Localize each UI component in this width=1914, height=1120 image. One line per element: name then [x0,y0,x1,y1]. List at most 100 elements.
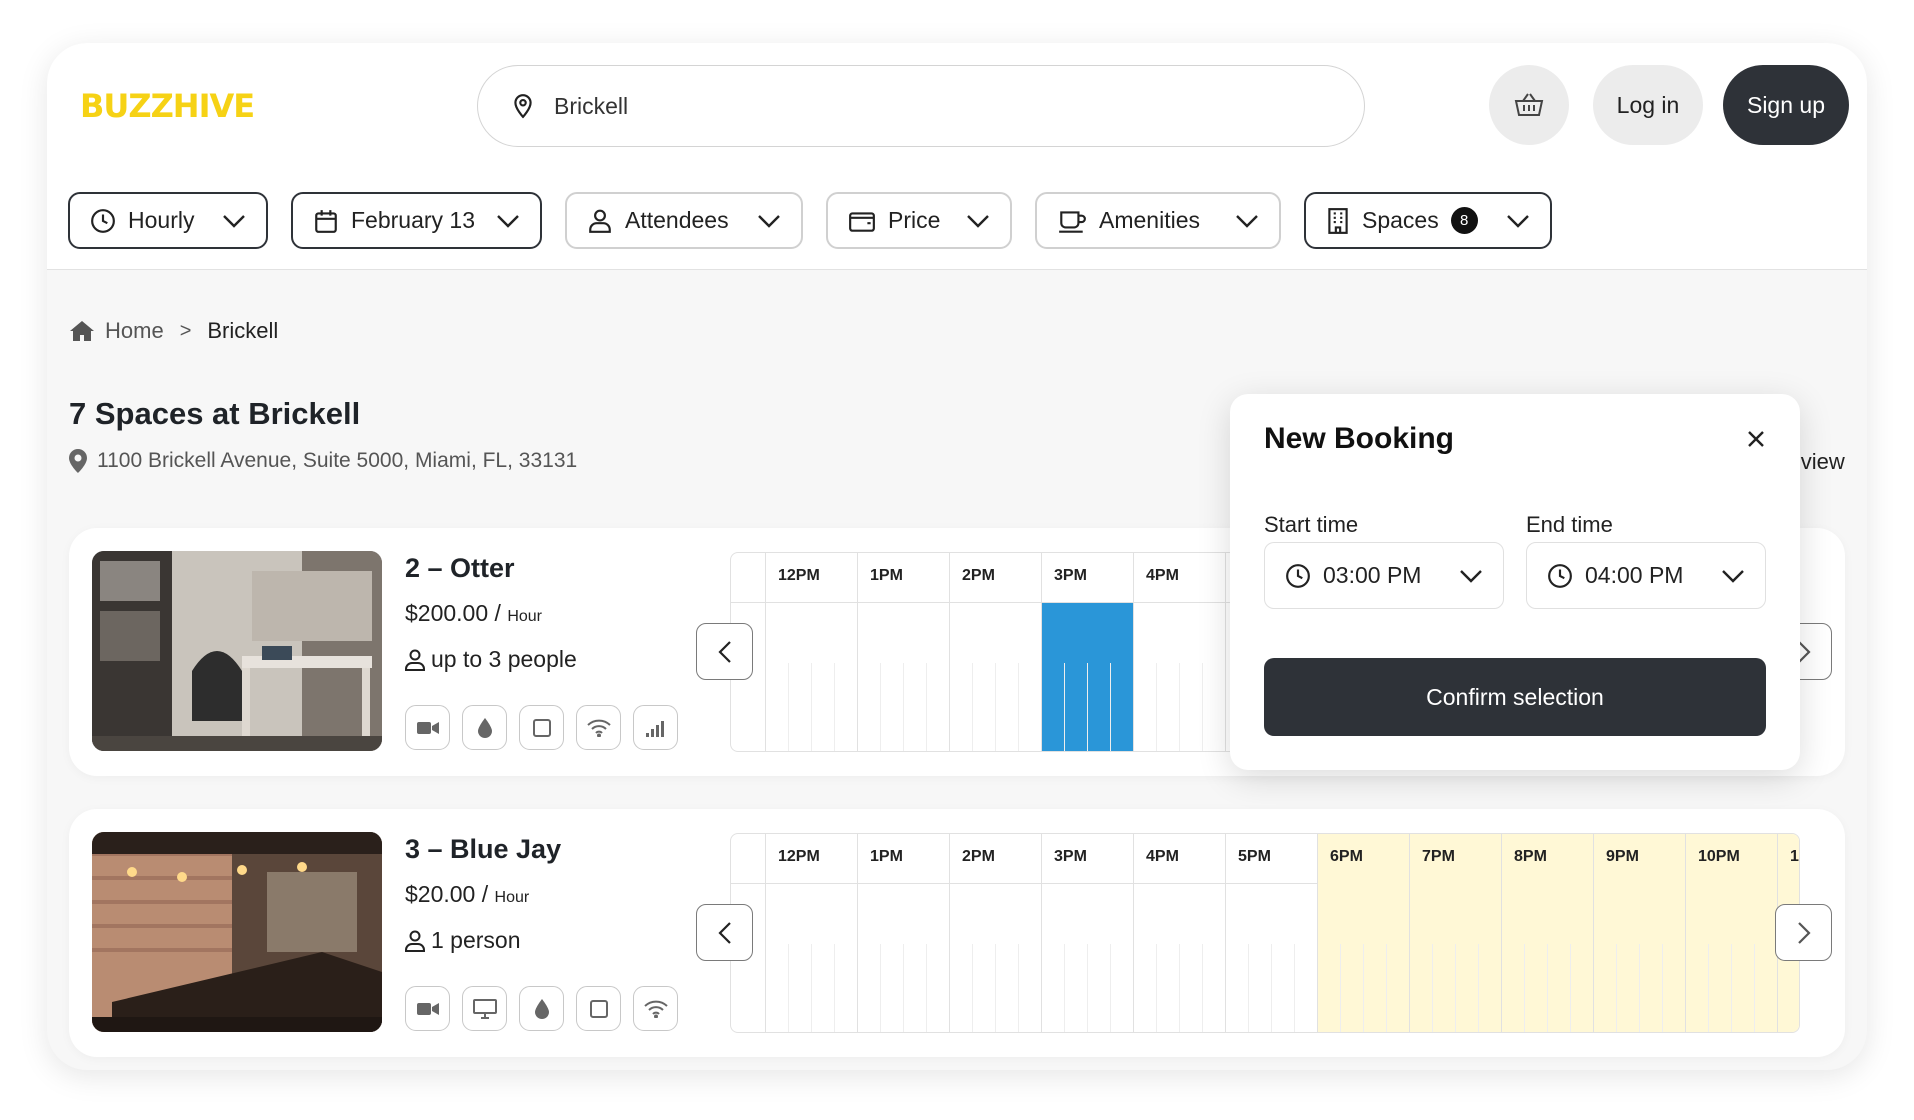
clock-icon [1548,563,1572,588]
timeline-tick [1248,944,1249,1032]
amenity-wifi[interactable] [576,705,621,750]
square-icon [532,718,551,737]
amenity-water[interactable] [519,986,564,1031]
timeline-tick [903,944,904,1032]
hour-label: 10PM [1698,848,1740,865]
timeline-next-button[interactable] [1775,904,1832,961]
end-time-select[interactable]: 04:00 PM [1526,542,1766,609]
amenity-wifi[interactable] [633,986,678,1031]
address-text: 1100 Brickell Avenue, Suite 5000, Miami,… [97,449,578,472]
amenity-list [405,986,678,1031]
spaces-count-badge: 8 [1450,207,1478,234]
amenity-whiteboard[interactable] [519,705,564,750]
space-capacity: up to 3 people [405,646,577,673]
filter-spaces[interactable]: Spaces 8 [1304,192,1552,249]
space-price-unit: Hour [494,889,530,906]
chevron-down-icon [1460,569,1482,583]
space-card[interactable]: 3 – Blue Jay $20.00 / Hour 1 person 12PM… [69,809,1845,1057]
space-photo[interactable] [92,832,382,1032]
timeline-tick [1087,663,1088,751]
filter-bar: Hourly February 13 Attendees Price Ameni… [47,168,1867,270]
timeline-tick [1179,663,1180,751]
start-time-value: 03:00 PM [1323,562,1422,588]
close-button[interactable] [1747,430,1765,453]
timeline-tick [1386,944,1387,1032]
timeline-prev-button[interactable] [696,623,753,680]
space-price: $20.00 / Hour [405,881,529,908]
monitor-icon [472,998,497,1019]
logo[interactable]: BUZZHIVE [80,87,255,125]
timeline-prev-button[interactable] [696,904,753,961]
filter-price[interactable]: Price [826,192,1012,249]
amenity-video[interactable] [405,705,450,750]
location-pin-icon [514,94,532,119]
breadcrumb-home[interactable]: Home [105,318,164,344]
amenity-monitor[interactable] [462,986,507,1031]
timeline-tick [1363,944,1364,1032]
availability-timeline[interactable]: 12PM 1PM 2PM 3PM 4PM 5PM 6PM 7PM 8PM 9PM… [730,833,1800,1033]
filter-amenities[interactable]: Amenities [1035,192,1281,249]
timeline-tick [1064,663,1065,751]
amenity-signal[interactable] [633,705,678,750]
login-button[interactable]: Log in [1593,65,1703,145]
end-time-label: End time [1526,512,1613,537]
breadcrumb: Home > Brickell [69,318,278,344]
filter-hourly[interactable]: Hourly [68,192,268,249]
chevron-down-icon [223,214,245,228]
timeline-tick [1294,944,1295,1032]
timeline-tick [972,663,973,751]
conference-room-photo-image [92,832,382,1032]
chevron-down-icon [1236,214,1258,228]
timeline-tick [1432,944,1433,1032]
amenity-video[interactable] [405,986,450,1031]
space-name[interactable]: 2 – Otter [405,553,515,584]
basket-button[interactable] [1489,65,1569,145]
timeline-tick [903,663,904,751]
filter-attendees[interactable]: Attendees [565,192,803,249]
space-photo[interactable] [92,551,382,751]
wallet-icon [849,211,875,232]
timeline-tick [1662,944,1663,1032]
timeline-tick [1708,944,1709,1032]
start-time-select[interactable]: 03:00 PM [1264,542,1504,609]
timeline-tick [1616,944,1617,1032]
timeline-tick [926,944,927,1032]
timeline-tick [1754,944,1755,1032]
space-name[interactable]: 3 – Blue Jay [405,834,561,865]
chevron-down-icon [1507,214,1529,228]
wifi-icon [586,719,611,737]
timeline-tick [788,663,789,751]
space-price-unit: Hour [507,608,542,625]
location-search[interactable]: Brickell [477,65,1365,147]
hour-label: 4PM [1146,848,1179,865]
confirm-selection-button[interactable]: Confirm selection [1264,658,1766,736]
signup-button[interactable]: Sign up [1723,65,1849,145]
timeline-tick [880,944,881,1032]
filter-attendees-label: Attendees [625,207,729,233]
person-icon [405,649,425,671]
hour-label: 3PM [1054,848,1087,865]
timeline-tick [834,663,835,751]
person-icon [405,930,425,952]
signal-icon [645,720,664,737]
timeline-tick [1202,944,1203,1032]
search-value: Brickell [554,92,629,119]
filter-date[interactable]: February 13 [291,192,542,249]
space-capacity-text: 1 person [431,927,521,953]
hour-label: 7PM [1422,848,1455,865]
timeline-tick [880,663,881,751]
hour-label: 9PM [1606,848,1639,865]
basket-icon [1514,93,1544,116]
header: BUZZHIVE Brickell Log in Sign up [47,43,1867,168]
start-time-label: Start time [1264,512,1359,537]
amenity-whiteboard[interactable] [576,986,621,1031]
end-time-value: 04:00 PM [1585,562,1684,588]
amenity-water[interactable] [462,705,507,750]
timeline-tick [1110,944,1111,1032]
timeline-tick [1547,944,1548,1032]
breadcrumb-separator: > [179,319,192,342]
timeline-tick [811,944,812,1032]
breadcrumb-current: Brickell [207,318,279,343]
address: 1100 Brickell Avenue, Suite 5000, Miami,… [69,449,577,473]
map-pin-icon [69,449,87,473]
